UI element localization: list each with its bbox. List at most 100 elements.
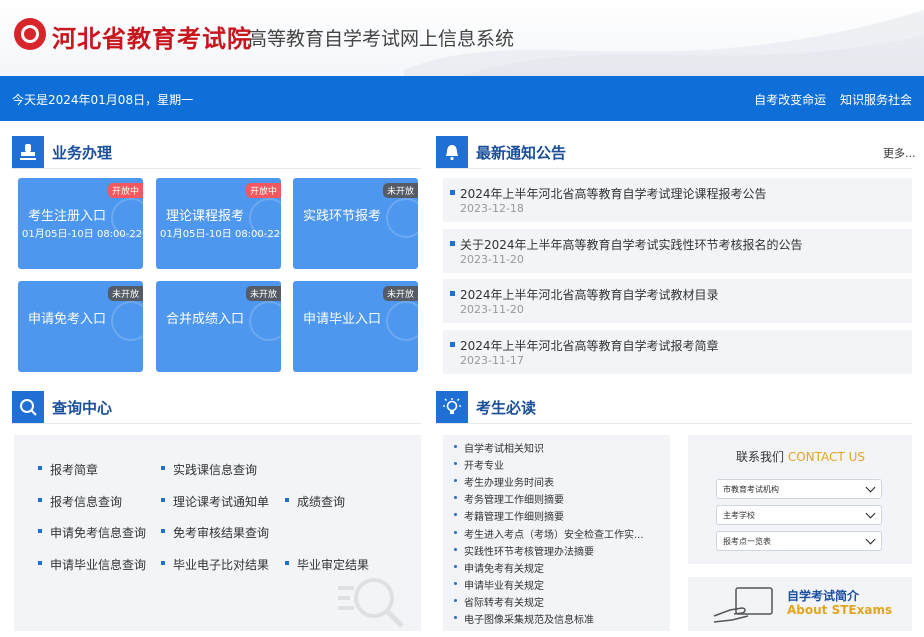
notice-item[interactable]: 2024年上半年河北省高等教育自学考试教材目录 2023-11-20: [443, 279, 912, 323]
divider: [12, 168, 421, 169]
must-read-section-header: 考生必读: [436, 390, 536, 424]
must-read-link[interactable]: 考籍管理工作细则摘要: [454, 508, 564, 523]
tile-label: 申请免考入口: [28, 312, 107, 327]
tile-label: 实践环节报考: [303, 209, 382, 224]
select-host-school[interactable]: 主考学校: [716, 505, 882, 525]
tile-merge-score[interactable]: 未开放 合并成绩入口: [156, 281, 281, 372]
tile-label: 理论课程报考: [166, 209, 245, 224]
query-link[interactable]: 申请免考信息查询: [37, 524, 146, 541]
select-value: 市教育考试机构: [723, 485, 779, 494]
notice-date: 2023-11-20: [460, 303, 524, 316]
notice-title-text: 关于2024年上半年高等教育自学考试实践性环节考核报名的公告: [460, 238, 803, 252]
status-badge: 开放中: [107, 183, 143, 198]
must-read-link[interactable]: 考务管理工作细则摘要: [454, 491, 564, 506]
slogan-link-2[interactable]: 知识服务社会: [840, 93, 912, 107]
system-name: 高等教育自学考试网上信息系统: [248, 28, 515, 50]
bullet: [450, 241, 455, 246]
bullet: [450, 190, 455, 195]
top-links: 自考改变命运 知识服务社会: [744, 91, 912, 108]
site-header: 河北省教育考试院 高等教育自学考试网上信息系统: [0, 0, 924, 76]
select-value: 主考学校: [723, 511, 755, 520]
notice-date: 2023-12-18: [460, 202, 524, 215]
chevron-down-icon: [865, 534, 876, 545]
query-link[interactable]: 毕业审定结果: [284, 556, 369, 573]
tile-date: 01月05日-10日 08:00-22:00: [22, 229, 143, 240]
top-nav-bar: 今天是2024年01月08日，星期一 自考改变命运 知识服务社会: [0, 76, 924, 121]
status-badge: 开放中: [245, 183, 281, 198]
query-link[interactable]: 报考信息查询: [37, 493, 122, 510]
more-link[interactable]: 更多...: [883, 145, 916, 161]
search-watermark-icon: [338, 578, 404, 628]
bullet: [450, 342, 455, 347]
notice-item[interactable]: 2024年上半年河北省高等教育自学考试理论课程报考公告 2023-12-18: [443, 178, 912, 222]
select-exam-site[interactable]: 报考点一览表: [716, 531, 882, 551]
tile-label: 申请毕业入口: [303, 312, 382, 327]
search-icon: [12, 391, 44, 423]
notice-section-header: 最新通知公告: [436, 135, 566, 169]
tile-watermark-icon: [386, 301, 418, 341]
intro-title-cn: 自学考试简介: [787, 589, 860, 603]
tile-label: 合并成绩入口: [166, 312, 245, 327]
must-read-link[interactable]: 实践性环节考核管理办法摘要: [454, 543, 594, 558]
query-link[interactable]: 成绩查询: [284, 493, 345, 510]
must-read-link[interactable]: 省际转考有关规定: [454, 594, 544, 609]
query-link[interactable]: 理论课考试通知单: [160, 493, 269, 510]
contact-title: 联系我们 CONTACT US: [736, 448, 865, 465]
tile-theory-course[interactable]: 开放中 理论课程报考 01月05日-10日 08:00-22:00: [156, 178, 281, 269]
stamp-icon: [12, 136, 44, 168]
must-read-link[interactable]: 申请免考有关规定: [454, 560, 544, 575]
notice-title: 最新通知公告: [476, 143, 567, 162]
must-read-link[interactable]: 考生办理业务时间表: [454, 474, 554, 489]
divider: [12, 423, 421, 424]
must-read-link[interactable]: 考生进入考点（考场）安全检查工作实...: [454, 526, 644, 541]
chevron-down-icon: [865, 508, 876, 519]
query-section-header: 查询中心: [12, 390, 112, 424]
divider: [436, 423, 912, 424]
must-read-link[interactable]: 自学考试相关知识: [454, 440, 544, 455]
today-date: 今天是2024年01月08日，星期一: [12, 93, 194, 107]
intro-title-en: About STExams: [787, 603, 893, 617]
tile-register[interactable]: 开放中 考生注册入口 01月05日-10日 08:00-22:00: [18, 178, 143, 269]
notice-title-text: 2024年上半年河北省高等教育自学考试教材目录: [460, 288, 719, 302]
logo-seal-icon: [14, 18, 46, 50]
contact-title-en: CONTACT US: [787, 450, 865, 464]
hand-screen-icon: [713, 587, 773, 623]
tile-watermark-icon: [111, 301, 143, 341]
slogan-link-1[interactable]: 自考改变命运: [754, 93, 826, 107]
status-badge: 未开放: [107, 286, 143, 301]
notice-item[interactable]: 关于2024年上半年高等教育自学考试实践性环节考核报名的公告 2023-11-2…: [443, 229, 912, 273]
notice-title-text: 2024年上半年河北省高等教育自学考试报考简章: [460, 339, 719, 353]
bullet: [450, 291, 455, 296]
contact-title-cn: 联系我们: [736, 450, 785, 464]
query-title: 查询中心: [52, 398, 113, 417]
tile-watermark-icon: [386, 198, 418, 238]
divider: [436, 168, 912, 169]
notice-date: 2023-11-17: [460, 354, 524, 367]
tile-exemption[interactable]: 未开放 申请免考入口: [18, 281, 143, 372]
must-read-title: 考生必读: [476, 398, 537, 417]
must-read-link[interactable]: 开考专业: [454, 457, 504, 472]
notice-date: 2023-11-20: [460, 253, 524, 266]
org-name: 河北省教育考试院: [52, 25, 252, 53]
business-title: 业务办理: [52, 143, 113, 162]
must-read-link[interactable]: 申请毕业有关规定: [454, 577, 544, 592]
tile-label: 考生注册入口: [28, 209, 107, 224]
notice-item[interactable]: 2024年上半年河北省高等教育自学考试报考简章 2023-11-17: [443, 330, 912, 374]
status-badge: 未开放: [382, 286, 418, 301]
must-read-link[interactable]: 电子图像采集规范及信息标准: [454, 611, 594, 626]
tile-graduation[interactable]: 未开放 申请毕业入口: [293, 281, 418, 372]
query-link[interactable]: 申请毕业信息查询: [37, 556, 146, 573]
query-link[interactable]: 实践课信息查询: [160, 461, 257, 478]
tile-watermark-icon: [249, 301, 281, 341]
query-link[interactable]: 报考简章: [37, 461, 98, 478]
chevron-down-icon: [865, 482, 876, 493]
select-value: 报考点一览表: [723, 537, 771, 546]
lightbulb-icon: [436, 391, 468, 423]
bell-icon: [436, 136, 468, 168]
query-link[interactable]: 免考审核结果查询: [160, 524, 269, 541]
status-badge: 未开放: [382, 183, 418, 198]
tile-date: 01月05日-10日 08:00-22:00: [160, 229, 281, 240]
select-exam-agency[interactable]: 市教育考试机构: [716, 479, 882, 499]
query-link[interactable]: 毕业电子比对结果: [160, 556, 269, 573]
tile-practice[interactable]: 未开放 实践环节报考: [293, 178, 418, 269]
